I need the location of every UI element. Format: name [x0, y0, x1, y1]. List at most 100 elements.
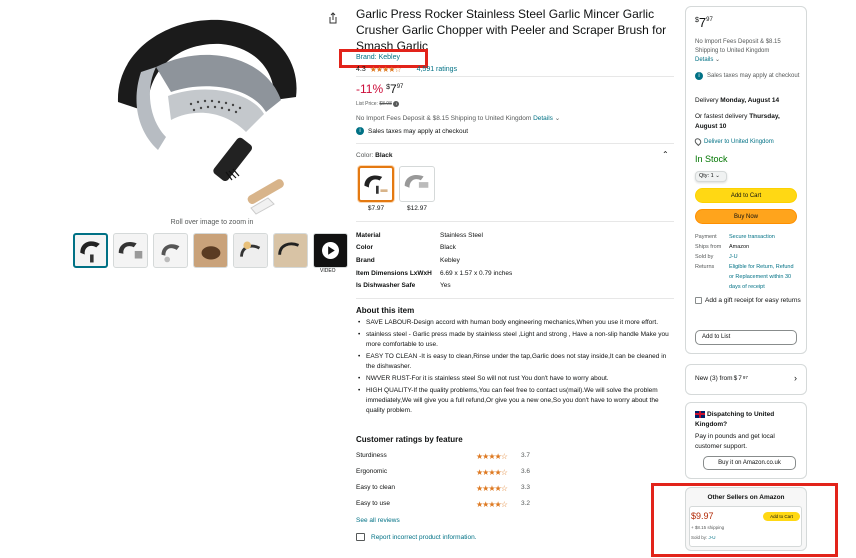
chevron-down-icon[interactable]: ⌄	[715, 57, 720, 63]
info-value[interactable]: Secure transaction	[729, 232, 775, 242]
feature-stars: ★★★★☆	[476, 452, 508, 461]
chevron-right-icon[interactable]: ›	[794, 373, 797, 383]
discount-percent: -11%	[356, 82, 384, 96]
feature-stars: ★★★★☆	[476, 484, 508, 493]
spec-table: Material Stainless Steel Color Black Brand…	[356, 229, 512, 292]
feature-ratings-heading: Customer ratings by feature	[356, 435, 463, 444]
info-icon: i	[356, 127, 364, 135]
product-header: Garlic Press Rocker Stainless Steel Garl…	[356, 6, 674, 54]
tax-note-text: Sales taxes may apply at checkout	[707, 73, 800, 79]
info-row: Sold by J-U	[695, 252, 799, 262]
info-row: Payment Secure transaction	[695, 232, 799, 242]
report-link[interactable]: Report incorrect product information.	[371, 534, 477, 541]
quantity-select[interactable]: Qty: 1 ⌄	[695, 171, 727, 182]
thumbnail[interactable]	[73, 233, 108, 268]
add-to-list-button[interactable]: Add to List	[695, 330, 797, 345]
feature-name: Easy to use	[356, 500, 390, 507]
delivery-info: Delivery Monday, August 14	[695, 96, 801, 105]
spec-row: Color Black	[356, 242, 512, 255]
product-title: Garlic Press Rocker Stainless Steel Garl…	[356, 7, 667, 53]
list-item: stainless steel - Garlic press made by s…	[356, 330, 674, 350]
list-price-value: $8.98	[379, 101, 392, 107]
info-row: Ships from Amazon	[695, 242, 799, 252]
info-value[interactable]: Eligible for Return, Refund or Replaceme…	[729, 262, 799, 292]
delivery-date: Monday, August 14	[720, 97, 780, 104]
spec-row: Item Dimensions LxWxH 6.69 x 1.57 x 0.79 …	[356, 267, 512, 280]
tax-note: i Sales taxes may apply at checkout	[356, 127, 468, 135]
buybox-price: $ 7 97	[695, 15, 713, 30]
import-fees-note: No Import Fees Deposit & $8.15 Shipping …	[356, 114, 560, 122]
new-offers-label: New (3) from	[695, 375, 733, 382]
buy-now-button[interactable]: Buy Now	[695, 209, 797, 224]
dispatch-heading: Dispatching to United Kingdom?	[695, 410, 803, 430]
color-swatch-black[interactable]	[358, 166, 394, 202]
fastest-prefix: Or fastest delivery	[695, 113, 748, 120]
thumbnail[interactable]	[193, 233, 228, 268]
import-fees-text: No Import Fees Deposit & $8.15 Shipping …	[695, 39, 781, 54]
report-info: Report incorrect product information.	[356, 533, 477, 541]
main-product-image[interactable]	[96, 12, 328, 216]
buy-on-amazon-uk-button[interactable]: Buy it on Amazon.co.uk	[703, 456, 796, 470]
gift-receipt-option[interactable]: Add a gift receipt for easy returns	[695, 296, 801, 305]
import-fees-text: No Import Fees Deposit & $8.15 Shipping …	[356, 115, 532, 122]
info-key: Sold by	[695, 254, 714, 260]
add-to-cart-button[interactable]: Add to Cart	[695, 188, 797, 203]
see-all-reviews-link[interactable]: See all reviews	[356, 517, 400, 524]
info-icon[interactable]: i	[393, 101, 400, 107]
delivery-prefix: Delivery	[695, 97, 719, 104]
ratings-count-link[interactable]: 4,591 ratings	[417, 66, 457, 73]
price-block: -11% $ 7 97	[356, 82, 403, 96]
divider	[356, 298, 674, 299]
about-list: SAVE LABOUR-Design accord with human bod…	[356, 318, 674, 418]
price: $ 7 97	[386, 82, 403, 96]
thumbnail-strip	[73, 233, 348, 268]
info-key: Returns	[695, 264, 715, 270]
new-offers-fraction: 97	[742, 375, 748, 380]
color-swatch-price: $7.97	[367, 205, 385, 212]
deliver-to[interactable]: Deliver to United Kingdom	[693, 136, 774, 147]
thumbnail[interactable]	[153, 233, 188, 268]
spec-row: Is Dishwasher Safe Yes	[356, 279, 512, 292]
color-swatch-silver[interactable]	[399, 166, 435, 202]
details-link[interactable]: Details	[695, 57, 713, 63]
new-offers-symbol: $	[733, 375, 738, 382]
info-key: Ships from	[695, 244, 722, 250]
thumbnail[interactable]	[233, 233, 268, 268]
divider	[356, 143, 674, 144]
feature-value: 3.7	[521, 452, 531, 459]
spec-value: Stainless Steel	[440, 231, 483, 239]
color-label-text: Color:	[356, 152, 374, 159]
chevron-down-icon[interactable]: ⌄	[555, 115, 560, 122]
list-item: SAVE LABOUR-Design accord with human bod…	[356, 318, 674, 328]
thumbnail[interactable]	[113, 233, 148, 268]
deliver-to-link[interactable]: Deliver to United Kingdom	[704, 139, 774, 145]
feature-stars: ★★★★☆	[476, 468, 508, 477]
feature-name: Ergonomic	[356, 468, 388, 475]
spec-value: 6.69 x 1.57 x 0.79 inches	[440, 269, 513, 277]
dispatch-heading-text: Dispatching to United Kingdom?	[695, 411, 775, 428]
chevron-up-icon[interactable]: ⌃	[662, 150, 669, 159]
info-value[interactable]: J-U	[729, 252, 738, 262]
details-link[interactable]: Details	[533, 115, 553, 122]
annotation-highlight-other-sellers	[651, 483, 838, 557]
spec-key: Is Dishwasher Safe	[356, 282, 416, 290]
share-icon[interactable]	[327, 12, 339, 24]
buybox-tax-note: i Sales taxes may apply at checkout	[695, 72, 801, 81]
info-row: Returns Eligible for Return, Refund or Re…	[695, 262, 799, 292]
dispatch-body: Pay in pounds and get local customer sup…	[695, 433, 775, 450]
rating-stars[interactable]: ★★★★☆	[370, 65, 402, 74]
video-thumbnail[interactable]	[313, 233, 348, 268]
feature-value: 3.2	[521, 500, 531, 507]
divider	[356, 76, 674, 77]
tax-note-text: Sales taxes may apply at checkout	[368, 127, 469, 135]
feature-rating-row: Ergonomic ★★★★☆ 3.6	[356, 468, 546, 477]
price-fraction: 97	[706, 17, 713, 23]
spec-row: Material Stainless Steel	[356, 229, 512, 242]
zoom-hint: Roll over image to zoom in	[170, 219, 254, 226]
gift-checkbox[interactable]	[695, 297, 702, 304]
buybox-import-note: No Import Fees Deposit & $8.15 Shipping …	[695, 38, 801, 65]
spec-key: Material	[356, 231, 381, 239]
chevron-down-icon: ⌄	[715, 173, 720, 179]
thumbnail[interactable]	[273, 233, 308, 268]
new-offers-text[interactable]: New (3) from $ 7 97	[695, 375, 748, 382]
